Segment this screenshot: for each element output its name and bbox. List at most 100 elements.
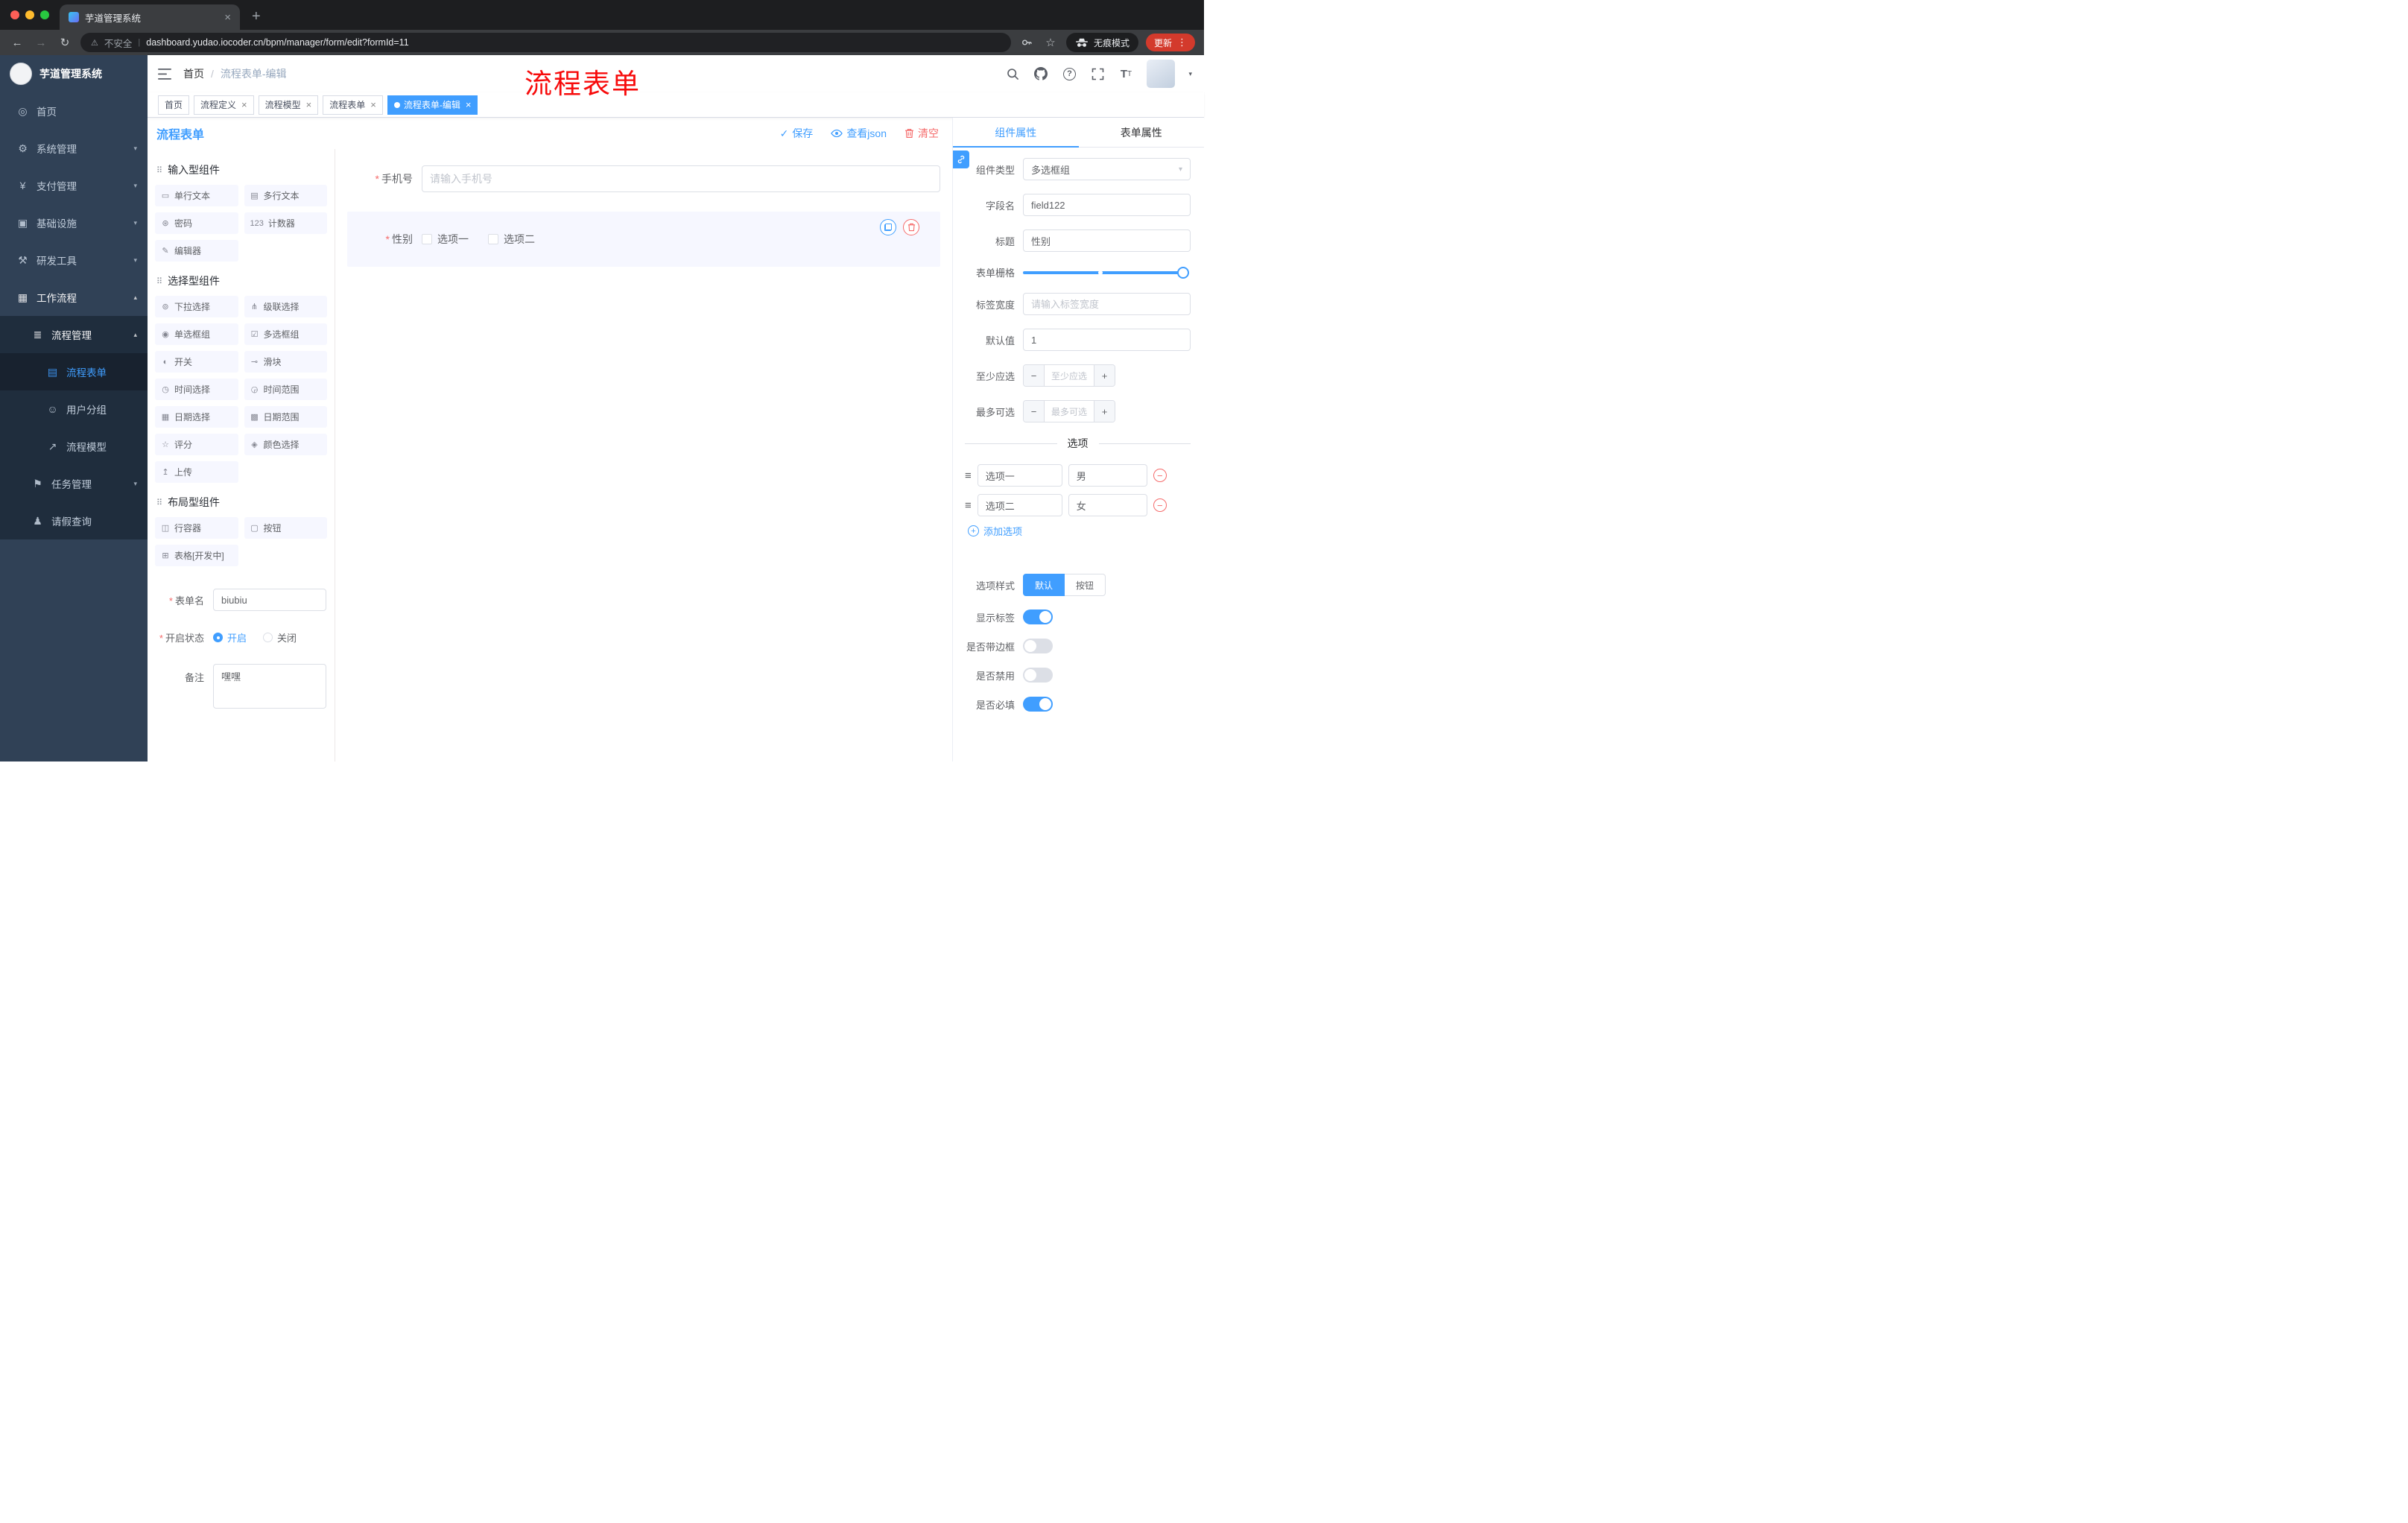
delete-component-button[interactable] [903, 219, 919, 235]
remark-textarea[interactable]: 嘿嘿 [213, 664, 326, 709]
label-width-input[interactable] [1023, 293, 1191, 315]
toggle-switch[interactable] [1023, 609, 1053, 624]
title-input[interactable] [1023, 229, 1191, 252]
sidebar-item[interactable]: ▦ 工作流程 ▴ [0, 279, 148, 316]
palette-item[interactable]: ◉ 单选框组 [155, 323, 238, 345]
sidebar-item[interactable]: ♟ 请假查询 [0, 502, 148, 539]
bookmark-star-icon[interactable]: ☆ [1042, 36, 1059, 49]
sidebar-item[interactable]: ≣ 流程管理 ▴ [0, 316, 148, 353]
sidebar-item[interactable]: ▤ 流程表单 [0, 353, 148, 390]
option-label-input[interactable] [977, 494, 1062, 516]
collapse-sidebar-button[interactable] [158, 68, 171, 80]
palette-item[interactable]: ▩ 日期范围 [244, 406, 327, 428]
sidebar-item[interactable]: ☺ 用户分组 [0, 390, 148, 428]
slider-handle[interactable] [1177, 266, 1189, 279]
address-bar[interactable]: ⚠ 不安全 | dashboard.yudao.iocoder.cn/bpm/m… [80, 33, 1011, 52]
remove-option-button[interactable]: − [1153, 498, 1167, 512]
tag[interactable]: 首页 [158, 95, 190, 115]
help-icon[interactable]: ? [1062, 66, 1077, 81]
phone-input[interactable] [422, 165, 940, 192]
option-label-input[interactable] [977, 464, 1062, 487]
tag[interactable]: 流程定义 × [194, 95, 254, 115]
properties-tab[interactable]: 组件属性 [953, 118, 1079, 148]
close-window-button[interactable] [10, 10, 19, 19]
sidebar-item[interactable]: ◎ 首页 [0, 92, 148, 130]
drag-handle-icon[interactable]: ≡ [965, 499, 972, 512]
palette-item[interactable]: ⋔ 级联选择 [244, 296, 327, 317]
form-grid-slider[interactable] [1023, 266, 1189, 279]
increase-button[interactable]: + [1094, 365, 1115, 386]
save-button[interactable]: ✓ 保存 [780, 126, 814, 141]
palette-item[interactable]: ◫ 行容器 [155, 517, 238, 539]
back-button[interactable]: ← [9, 37, 25, 49]
browser-tab[interactable]: 芋道管理系统 × [60, 4, 240, 30]
palette-item[interactable]: ⊸ 滑块 [244, 351, 327, 373]
search-icon[interactable] [1005, 66, 1020, 81]
zoom-window-button[interactable] [40, 10, 49, 19]
avatar-caret-icon[interactable]: ▾ [1188, 70, 1192, 78]
drag-handle-icon[interactable]: ≡ [965, 469, 972, 482]
fullscreen-icon[interactable] [1090, 66, 1105, 81]
form-name-input[interactable] [213, 589, 326, 611]
palette-item[interactable]: ▭ 单行文本 [155, 185, 238, 206]
new-tab-button[interactable]: + [252, 8, 261, 25]
selected-component[interactable]: * 性别 选项一 选项二 [347, 212, 940, 267]
option-value-input[interactable] [1068, 464, 1147, 487]
palette-item[interactable]: ◶ 时间范围 [244, 379, 327, 400]
toggle-switch[interactable] [1023, 697, 1053, 712]
palette-item[interactable]: ◐ 开关 [155, 351, 238, 373]
tag-close-icon[interactable]: × [306, 99, 312, 110]
tag-close-icon[interactable]: × [241, 99, 247, 110]
decrease-button[interactable]: − [1024, 365, 1045, 386]
tag[interactable]: 流程表单-编辑 × [387, 95, 478, 115]
palette-item[interactable]: ◈ 颜色选择 [244, 434, 327, 455]
add-option-button[interactable]: + 添加选项 [968, 524, 1191, 538]
sidebar-item[interactable]: ¥ 支付管理 ▾ [0, 167, 148, 204]
tag[interactable]: 流程模型 × [258, 95, 319, 115]
link-button[interactable] [953, 151, 969, 168]
palette-item[interactable]: ⊞ 表格[开发中] [155, 545, 238, 566]
toggle-switch[interactable] [1023, 639, 1053, 653]
gender-option-checkbox[interactable]: 选项二 [488, 232, 535, 247]
status-on-radio[interactable]: 开启 [213, 630, 247, 645]
palette-item[interactable]: 123 计数器 [244, 212, 327, 234]
tag-close-icon[interactable]: × [466, 99, 472, 110]
tab-close-icon[interactable]: × [224, 11, 231, 24]
option-style-button[interactable]: 按钮 [1065, 574, 1106, 596]
update-button[interactable]: 更新 ⋮ [1145, 34, 1195, 51]
default-value-input[interactable] [1023, 329, 1191, 351]
palette-item[interactable]: ↥ 上传 [155, 461, 238, 483]
minimize-window-button[interactable] [25, 10, 34, 19]
component-type-select[interactable]: 多选框组 ▾ [1023, 158, 1191, 180]
user-avatar[interactable] [1147, 60, 1176, 88]
copy-component-button[interactable] [880, 219, 896, 235]
palette-item[interactable]: ▤ 多行文本 [244, 185, 327, 206]
tag-close-icon[interactable]: × [370, 99, 376, 110]
sidebar-item[interactable]: ⚒ 研发工具 ▾ [0, 241, 148, 279]
forward-button[interactable]: → [33, 37, 49, 49]
option-value-input[interactable] [1068, 494, 1147, 516]
decrease-button[interactable]: − [1024, 401, 1045, 422]
gender-option-checkbox[interactable]: 选项一 [422, 232, 469, 247]
max-select-input[interactable]: 最多可选 [1045, 401, 1094, 422]
palette-item[interactable]: ▢ 按钮 [244, 517, 327, 539]
palette-item[interactable]: ◷ 时间选择 [155, 379, 238, 400]
option-style-button[interactable]: 默认 [1023, 574, 1065, 596]
font-size-icon[interactable]: TT [1118, 66, 1133, 81]
palette-item[interactable]: ⊛ 密码 [155, 212, 238, 234]
reload-button[interactable]: ↻ [57, 36, 73, 49]
palette-item[interactable]: ⊚ 下拉选择 [155, 296, 238, 317]
sidebar-item[interactable]: ↗ 流程模型 [0, 428, 148, 465]
breadcrumb-home[interactable]: 首页 [183, 66, 204, 81]
toggle-switch[interactable] [1023, 668, 1053, 683]
tag[interactable]: 流程表单 × [323, 95, 383, 115]
palette-item[interactable]: ✎ 编辑器 [155, 240, 238, 262]
remove-option-button[interactable]: − [1153, 469, 1167, 482]
app-logo[interactable]: 芋道管理系统 [0, 55, 148, 92]
field-name-input[interactable] [1023, 194, 1191, 216]
github-icon[interactable] [1033, 66, 1048, 81]
chrome-menu-icon[interactable]: ⋮ [1177, 37, 1187, 48]
clear-button[interactable]: 清空 [904, 126, 939, 141]
sidebar-item[interactable]: ▣ 基础设施 ▾ [0, 204, 148, 241]
increase-button[interactable]: + [1094, 401, 1115, 422]
